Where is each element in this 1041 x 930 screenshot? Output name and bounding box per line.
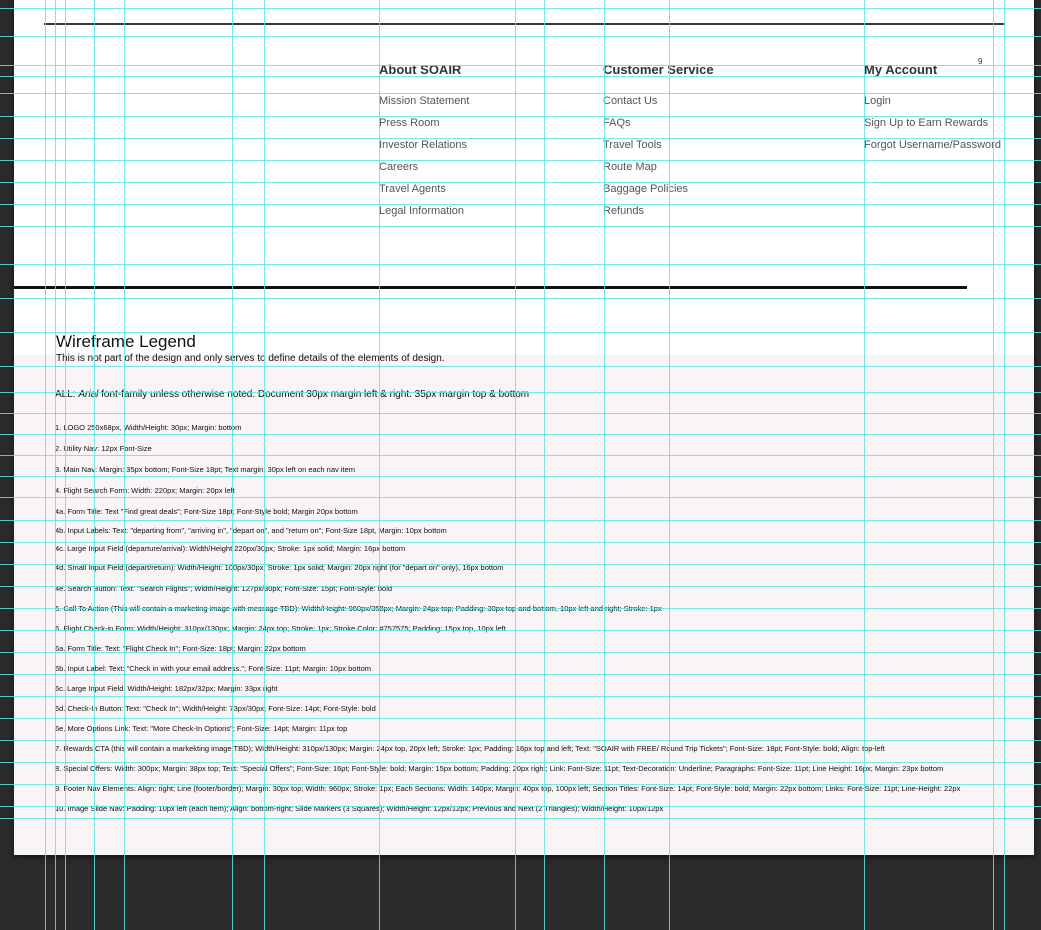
- footer-section-about: About SOAIR Mission Statement Press Room…: [379, 62, 469, 226]
- section-divider: [14, 286, 967, 289]
- document-artboard: 9 About SOAIR Mission Statement Press Ro…: [14, 0, 1034, 855]
- footer-link[interactable]: FAQs: [603, 116, 714, 138]
- legend-item: 6. Flight Check-in Form: Width/Height: 3…: [55, 624, 506, 633]
- footer-link[interactable]: Contact Us: [603, 94, 714, 116]
- legend-item: 5. Call To Action (This will contain a m…: [55, 604, 662, 613]
- legend-item: 2. Utility Nav: 12px Font-Size: [55, 444, 152, 453]
- footer-section-title: Customer Service: [603, 62, 714, 77]
- legend-subtitle: This is not part of the design and only …: [56, 353, 445, 364]
- legend-item: 6c. Large Input Field: Width/Height: 182…: [55, 684, 278, 693]
- legend-all-font: Arial: [78, 389, 99, 400]
- legend-title: Wireframe Legend: [56, 332, 196, 351]
- legend-item: 6b. Input Label: Text: "Check in with yo…: [55, 664, 372, 673]
- legend-item: 7. Rewards CTA (this will contain a mark…: [55, 744, 885, 753]
- footer-link[interactable]: Travel Tools: [603, 138, 714, 160]
- legend-item: 4e. Search Button: Text: "Search Flights…: [55, 584, 393, 593]
- legend-all-rest: font-family unless otherwise noted. Docu…: [98, 389, 530, 400]
- legend-item: 10. Image Slide Nav: Padding: 10px left …: [55, 804, 664, 813]
- footer-link[interactable]: Mission Statement: [379, 94, 469, 116]
- footer-section-title: About SOAIR: [379, 62, 462, 77]
- footer-section-customer-service: Customer Service Contact Us FAQs Travel …: [603, 62, 714, 226]
- footer-link[interactable]: Refunds: [603, 204, 714, 226]
- footer-section-title: My Account: [864, 62, 938, 77]
- footer-link[interactable]: Login: [864, 94, 1001, 116]
- legend-all-prefix: ALL:: [55, 389, 79, 400]
- legend-item: 6e. More Options Link: Text: "More Check…: [55, 724, 348, 733]
- footer-link[interactable]: Route Map: [603, 160, 714, 182]
- legend-item: 6d. Check-In Button: Text: "Check In"; W…: [55, 704, 376, 713]
- legend-item: 4a. Form Title: Text "Find great deals";…: [55, 507, 358, 516]
- footer-link[interactable]: Legal Information: [379, 204, 469, 226]
- top-rule: [44, 23, 1004, 25]
- footer-link[interactable]: Travel Agents: [379, 182, 469, 204]
- legend-item: 4. Flight Search Form: Width: 220px; Mar…: [55, 486, 235, 495]
- legend-all-note: ALL: Arial font-family unless otherwise …: [55, 389, 529, 400]
- footer-link[interactable]: Sign Up to Earn Rewards: [864, 116, 1001, 138]
- legend-item: 4d. Small Input Field (depart/return): W…: [55, 563, 504, 572]
- footer-link[interactable]: Careers: [379, 160, 469, 182]
- footer-link[interactable]: Baggage Policies: [603, 182, 714, 204]
- legend-item: 3. Main Nav: Margin: 35px bottom; Font-S…: [55, 465, 356, 474]
- legend-item: 4b. Input Labels: Text: "departing from"…: [55, 526, 447, 535]
- footer-section-my-account: My Account Login Sign Up to Earn Rewards…: [864, 62, 1001, 160]
- legend-item: 8. Special Offers: Width: 300px; Margin:…: [55, 764, 944, 773]
- footer-link[interactable]: Investor Relations: [379, 138, 469, 160]
- legend-item: 9. Footer Nav Elements: Align: right; Li…: [55, 784, 961, 793]
- legend-item: 6a. Form Title: Text: "Flight Check In";…: [55, 644, 306, 653]
- legend-item: 1. LOGO 250x68px, Width/Height: 30px; Ma…: [55, 423, 242, 432]
- footer-link[interactable]: Press Room: [379, 116, 469, 138]
- footer-link[interactable]: Forgot Username/Password: [864, 138, 1001, 160]
- legend-item: 4c. Large Input Field (departure/arrival…: [55, 544, 406, 553]
